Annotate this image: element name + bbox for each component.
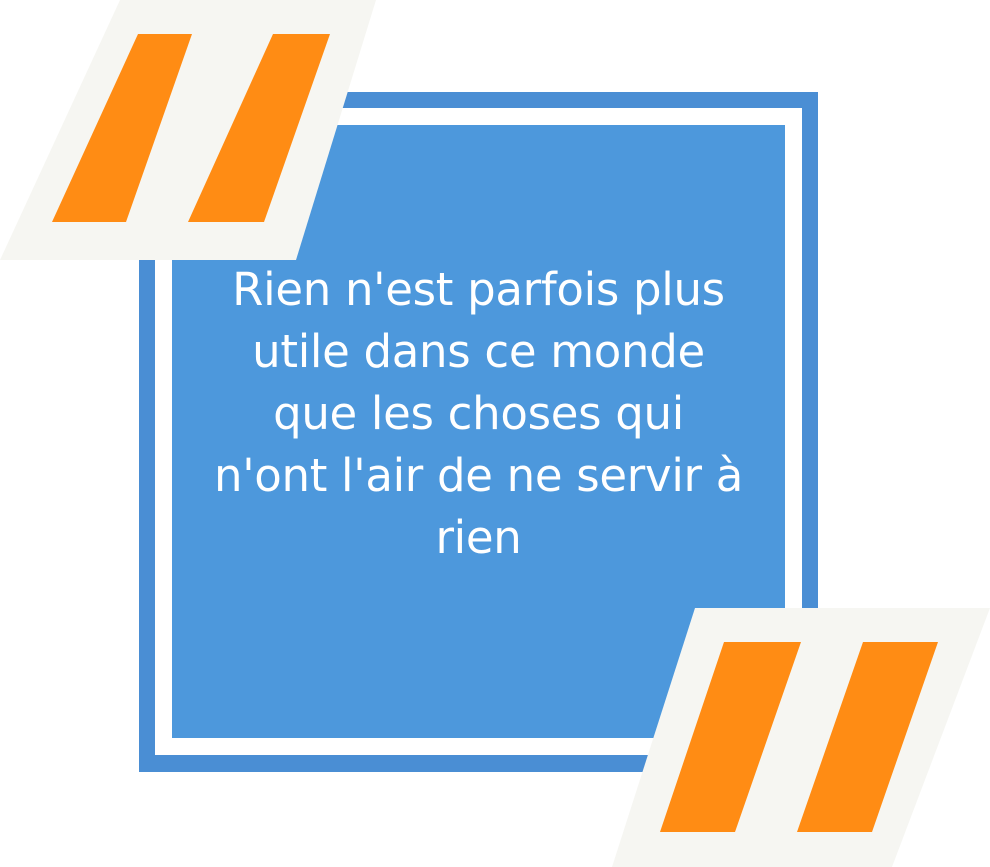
quote-card: Rien n'est parfois plus utile dans ce mo… [0, 0, 990, 867]
quote-text-container: Rien n'est parfois plus utile dans ce mo… [172, 107, 785, 720]
quote-text: Rien n'est parfois plus utile dans ce mo… [213, 262, 744, 564]
